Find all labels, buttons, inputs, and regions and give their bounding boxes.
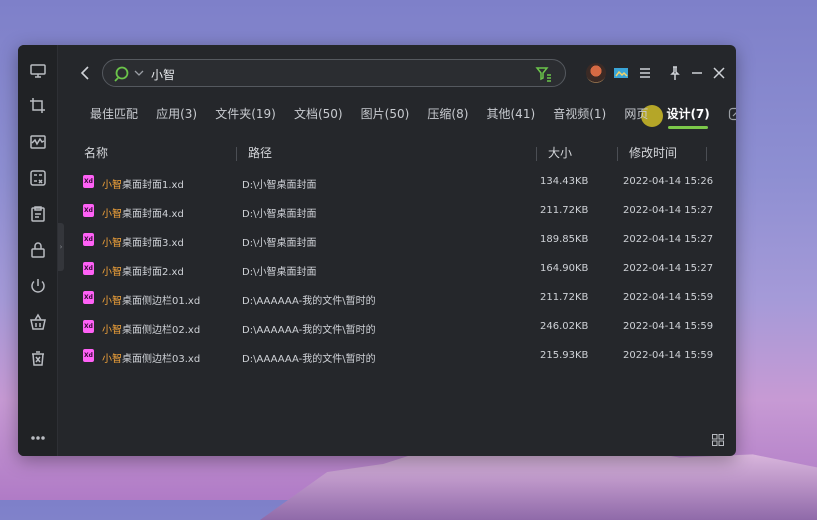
image-icon[interactable] [613,65,631,83]
more-icon[interactable] [26,426,50,450]
table-row[interactable]: Xd 小智桌面侧边栏01.xd D:\AAAAAA-我的文件\暂时的 211.7… [76,284,716,313]
category-tabs: 最佳匹配 应用(3) 文件夹(19) 文档(50) 图片(50) 压缩(8) 其… [90,103,736,129]
column-divider[interactable] [617,147,618,161]
file-modified: 2022-04-14 15:59 [623,350,714,361]
file-size: 215.93KB [540,350,589,361]
column-header-path[interactable]: 路径 [248,144,272,161]
file-name: 小智桌面封面2.xd [102,267,184,278]
file-path: D:\小智桌面封面 [242,180,317,191]
menu-icon[interactable] [637,65,655,83]
xd-file-icon: Xd [83,204,94,217]
results-table: 名称 路径 大小 修改时间 Xd 小智桌面封面1.xd D:\小智桌面封面 13… [76,144,716,365]
column-divider[interactable] [536,147,537,161]
file-name: 小智桌面封面3.xd [102,238,184,249]
file-name: 小智桌面侧边栏03.xd [102,354,201,365]
table-row[interactable]: Xd 小智桌面封面1.xd D:\小智桌面封面 134.43KB 2022-04… [76,168,716,197]
file-size: 164.90KB [540,263,589,274]
file-path: D:\AAAAAA-我的文件\暂时的 [242,354,376,365]
file-modified: 2022-04-14 15:59 [623,321,714,332]
table-body: Xd 小智桌面封面1.xd D:\小智桌面封面 134.43KB 2022-04… [76,168,716,371]
power-icon[interactable] [26,274,50,298]
table-row[interactable]: Xd 小智桌面封面4.xd D:\小智桌面封面 211.72KB 2022-04… [76,197,716,226]
file-size: 134.43KB [540,176,589,187]
file-path: D:\AAAAAA-我的文件\暂时的 [242,325,376,336]
file-size: 189.85KB [540,234,589,245]
file-path: D:\小智桌面封面 [242,267,317,278]
calculator-icon[interactable] [26,166,50,190]
search-window: › 最佳匹配 应用(3) 文件夹(19) [18,45,736,456]
tab-folders[interactable]: 文件夹(19) [215,103,276,125]
table-row[interactable]: Xd 小智桌面封面2.xd D:\小智桌面封面 164.90KB 2022-04… [76,255,716,284]
file-size: 246.02KB [540,321,589,332]
column-header-modified[interactable]: 修改时间 [629,144,677,161]
file-path: D:\小智桌面封面 [242,238,317,249]
left-rail [18,45,58,456]
xd-file-icon: Xd [83,349,94,362]
grid-view-icon[interactable] [712,434,724,446]
edit-tabs-icon[interactable] [728,107,736,121]
column-divider[interactable] [236,147,237,161]
tab-media[interactable]: 音视频(1) [553,103,606,125]
table-row[interactable]: Xd 小智桌面侧边栏03.xd D:\AAAAAA-我的文件\暂时的 215.9… [76,342,716,371]
search-input[interactable] [149,64,533,84]
file-modified: 2022-04-14 15:27 [623,205,714,216]
file-name: 小智桌面侧边栏02.xd [102,325,201,336]
file-name: 小智桌面封面4.xd [102,209,184,220]
column-header-name[interactable]: 名称 [84,144,108,161]
trash-icon[interactable] [26,346,50,370]
back-chevron-icon[interactable] [76,63,96,83]
xd-file-icon: Xd [83,262,94,275]
column-header-size[interactable]: 大小 [548,144,572,161]
xd-file-icon: Xd [83,175,94,188]
tab-apps[interactable]: 应用(3) [156,103,197,125]
pin-icon[interactable] [667,65,685,83]
minimize-icon[interactable] [689,65,707,83]
tab-design[interactable]: 设计(7) [666,103,710,129]
sidebar-collapse-handle[interactable]: › [58,223,64,271]
file-path: D:\小智桌面封面 [242,209,317,220]
xd-file-icon: Xd [83,291,94,304]
tab-images[interactable]: 图片(50) [361,103,410,125]
lock-icon[interactable] [26,238,50,262]
file-name: 小智桌面侧边栏01.xd [102,296,201,307]
activity-icon[interactable] [26,130,50,154]
file-name: 小智桌面封面1.xd [102,180,184,191]
table-header: 名称 路径 大小 修改时间 [76,144,716,164]
xd-file-icon: Xd [83,320,94,333]
column-divider[interactable] [706,147,707,161]
xd-file-icon: Xd [83,233,94,246]
crop-icon[interactable] [26,94,50,118]
file-modified: 2022-04-14 15:59 [623,292,714,303]
tab-best-match[interactable]: 最佳匹配 [90,103,138,125]
avatar[interactable] [586,63,606,83]
file-modified: 2022-04-14 15:27 [623,263,714,274]
table-row[interactable]: Xd 小智桌面侧边栏02.xd D:\AAAAAA-我的文件\暂时的 246.0… [76,313,716,342]
filter-icon[interactable] [535,65,553,83]
file-size: 211.72KB [540,205,589,216]
tab-web[interactable]: 网页 [624,103,648,125]
close-icon[interactable] [711,65,729,83]
tab-archives[interactable]: 压缩(8) [427,103,468,125]
file-modified: 2022-04-14 15:26 [623,176,714,187]
tab-other[interactable]: 其他(41) [487,103,536,125]
chevron-down-icon[interactable] [134,67,144,79]
clipboard-icon[interactable] [26,202,50,226]
file-modified: 2022-04-14 15:27 [623,234,714,245]
file-size: 211.72KB [540,292,589,303]
search-box[interactable] [102,59,566,87]
monitor-icon[interactable] [26,59,50,83]
table-row[interactable]: Xd 小智桌面封面3.xd D:\小智桌面封面 189.85KB 2022-04… [76,226,716,255]
search-icon [114,66,129,82]
file-path: D:\AAAAAA-我的文件\暂时的 [242,296,376,307]
tab-documents[interactable]: 文档(50) [294,103,343,125]
basket-icon[interactable] [26,310,50,334]
